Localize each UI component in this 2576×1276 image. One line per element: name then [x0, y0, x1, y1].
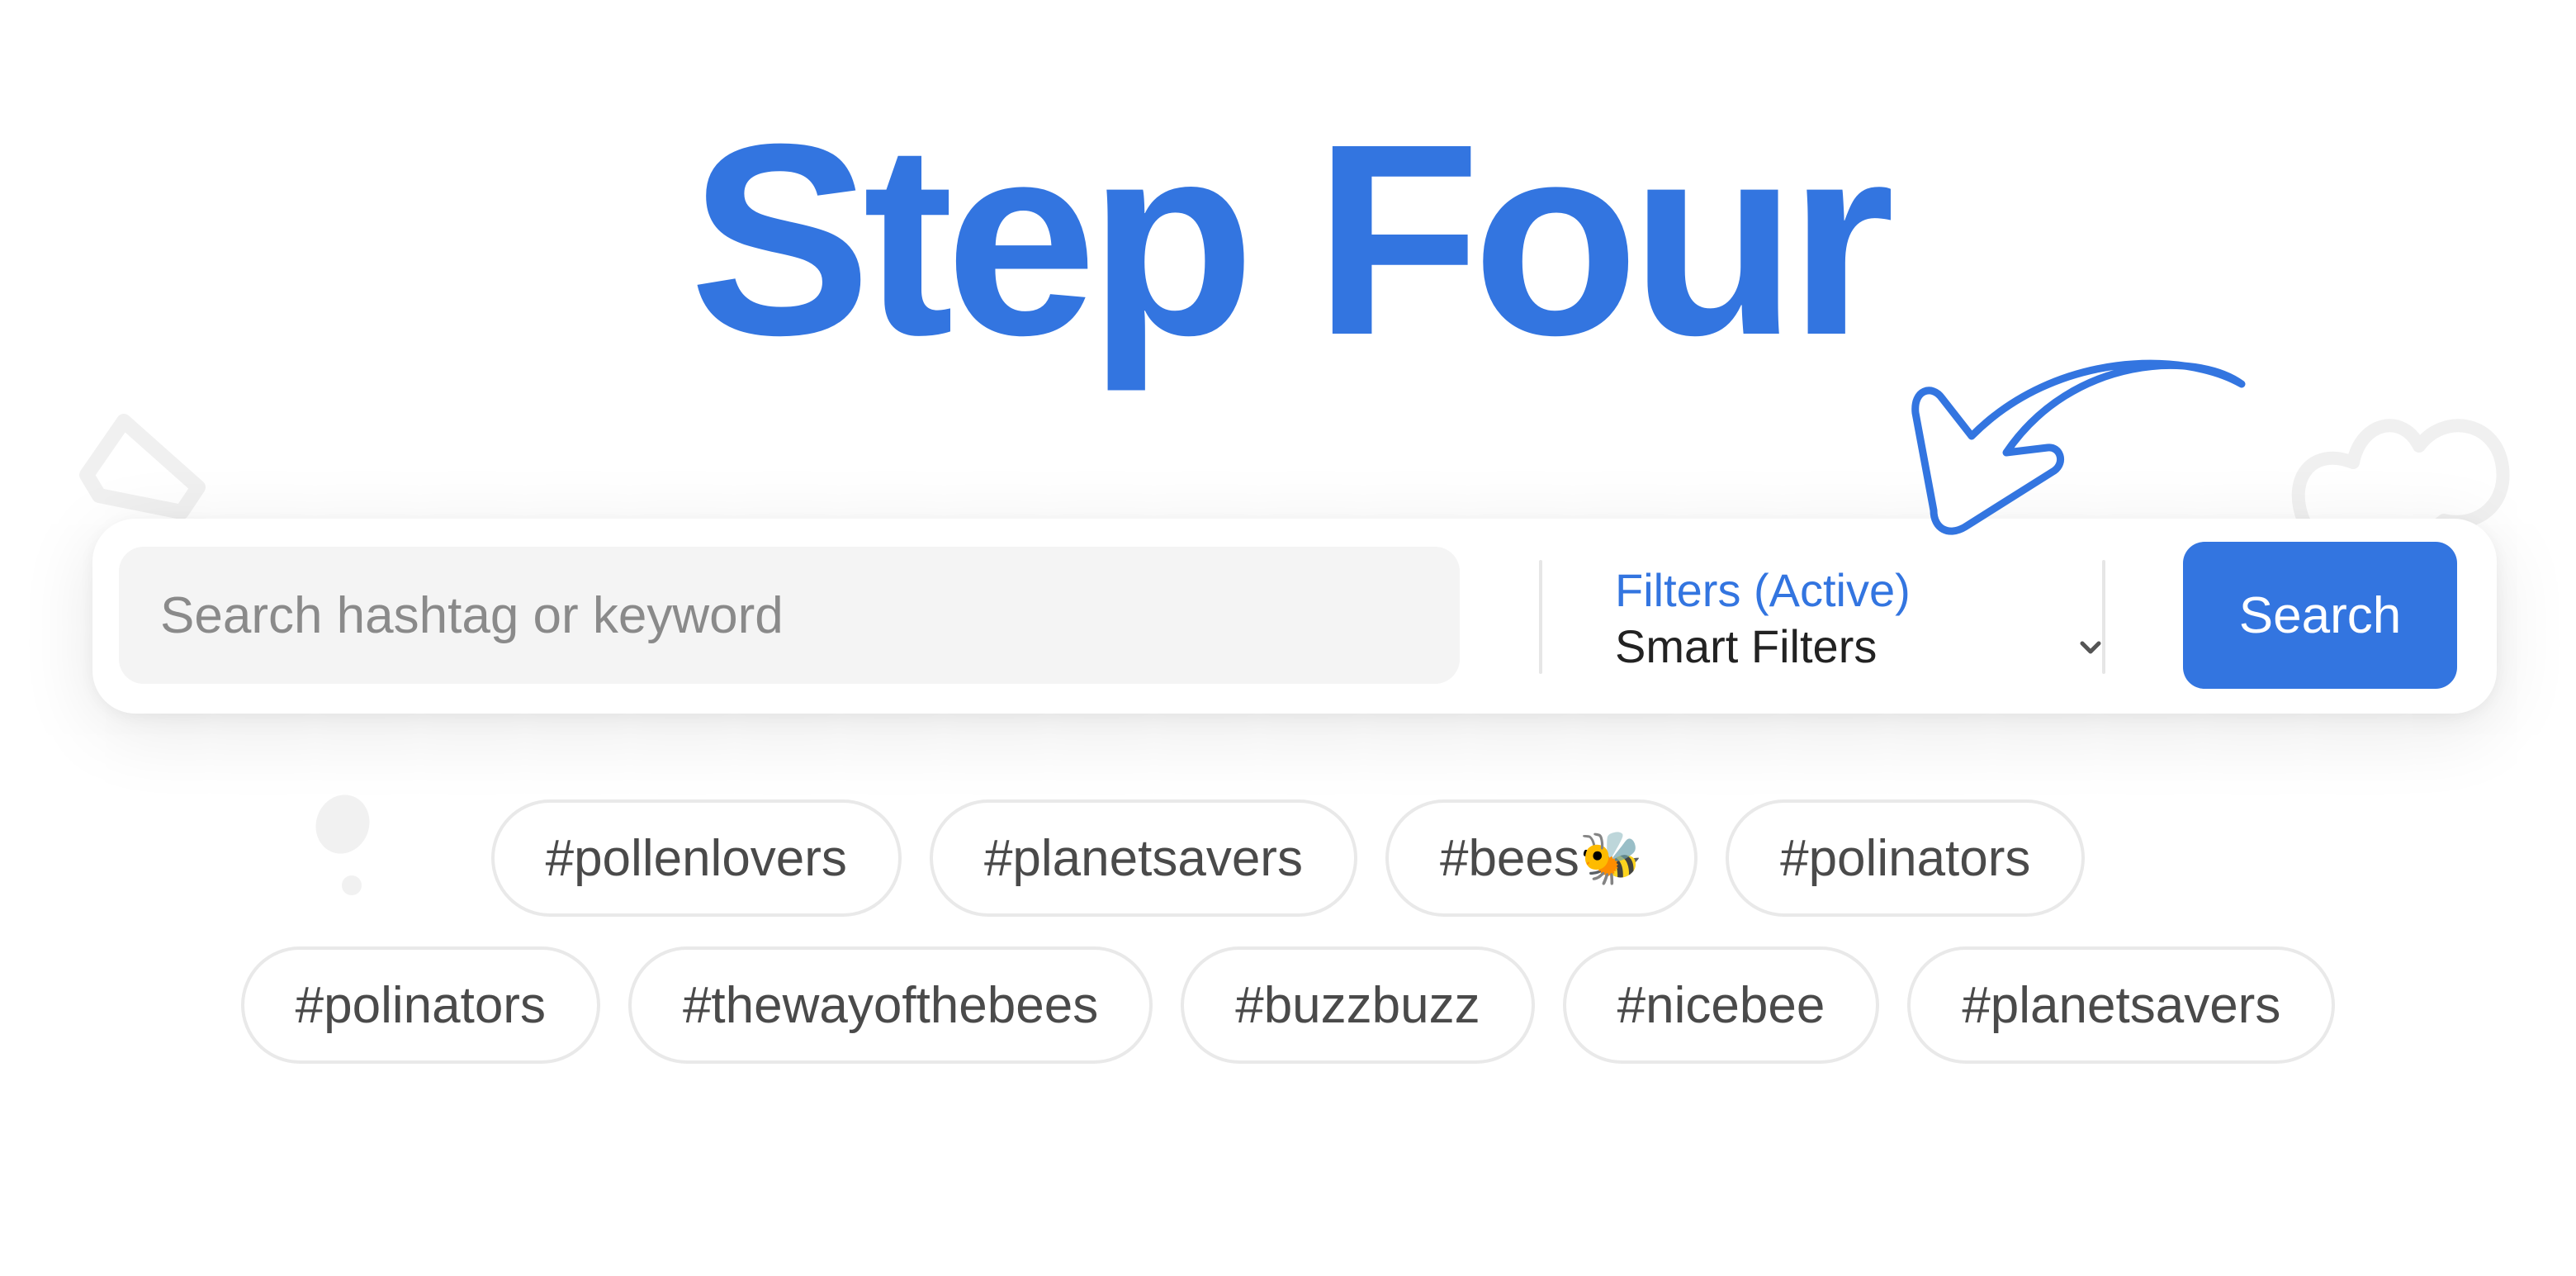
hashtag-row-1: #pollenlovers #planetsavers #bees🐝 #poli…: [0, 799, 2576, 917]
hashtag-chip[interactable]: #nicebee: [1562, 946, 1880, 1064]
divider-left: [1539, 560, 1542, 674]
hashtag-chip[interactable]: #buzzbuzz: [1181, 946, 1535, 1064]
hashtag-chip[interactable]: #bees🐝: [1385, 799, 1698, 917]
search-button[interactable]: Search: [2183, 542, 2457, 689]
hashtag-chip[interactable]: #polinators: [240, 946, 600, 1064]
page: Step Four Filters (Active) Smart Filters…: [0, 0, 2576, 1276]
filters-status-label: Filters (Active): [1615, 564, 1911, 616]
hashtag-chip[interactable]: #planetsavers: [1907, 946, 2336, 1064]
diamond-doodle-icon: [79, 414, 206, 519]
hashtag-chip[interactable]: #planetsavers: [929, 799, 1357, 917]
search-input[interactable]: [119, 547, 1460, 684]
hashtag-row-2: #polinators #thewayofthebees #buzzbuzz #…: [0, 946, 2576, 1064]
filters-selected-value: Smart Filters: [1615, 620, 1878, 672]
hashtag-chip[interactable]: #pollenlovers: [490, 799, 902, 917]
hashtag-chip[interactable]: #polinators: [1726, 799, 2086, 917]
filters-dropdown[interactable]: Filters (Active) Smart Filters: [1615, 555, 2127, 679]
curved-arrow-icon: [1911, 359, 2246, 535]
hashtag-chip[interactable]: #thewayofthebees: [627, 946, 1153, 1064]
divider-right: [2102, 560, 2105, 674]
search-bar: Filters (Active) Smart Filters Search: [92, 519, 2497, 714]
